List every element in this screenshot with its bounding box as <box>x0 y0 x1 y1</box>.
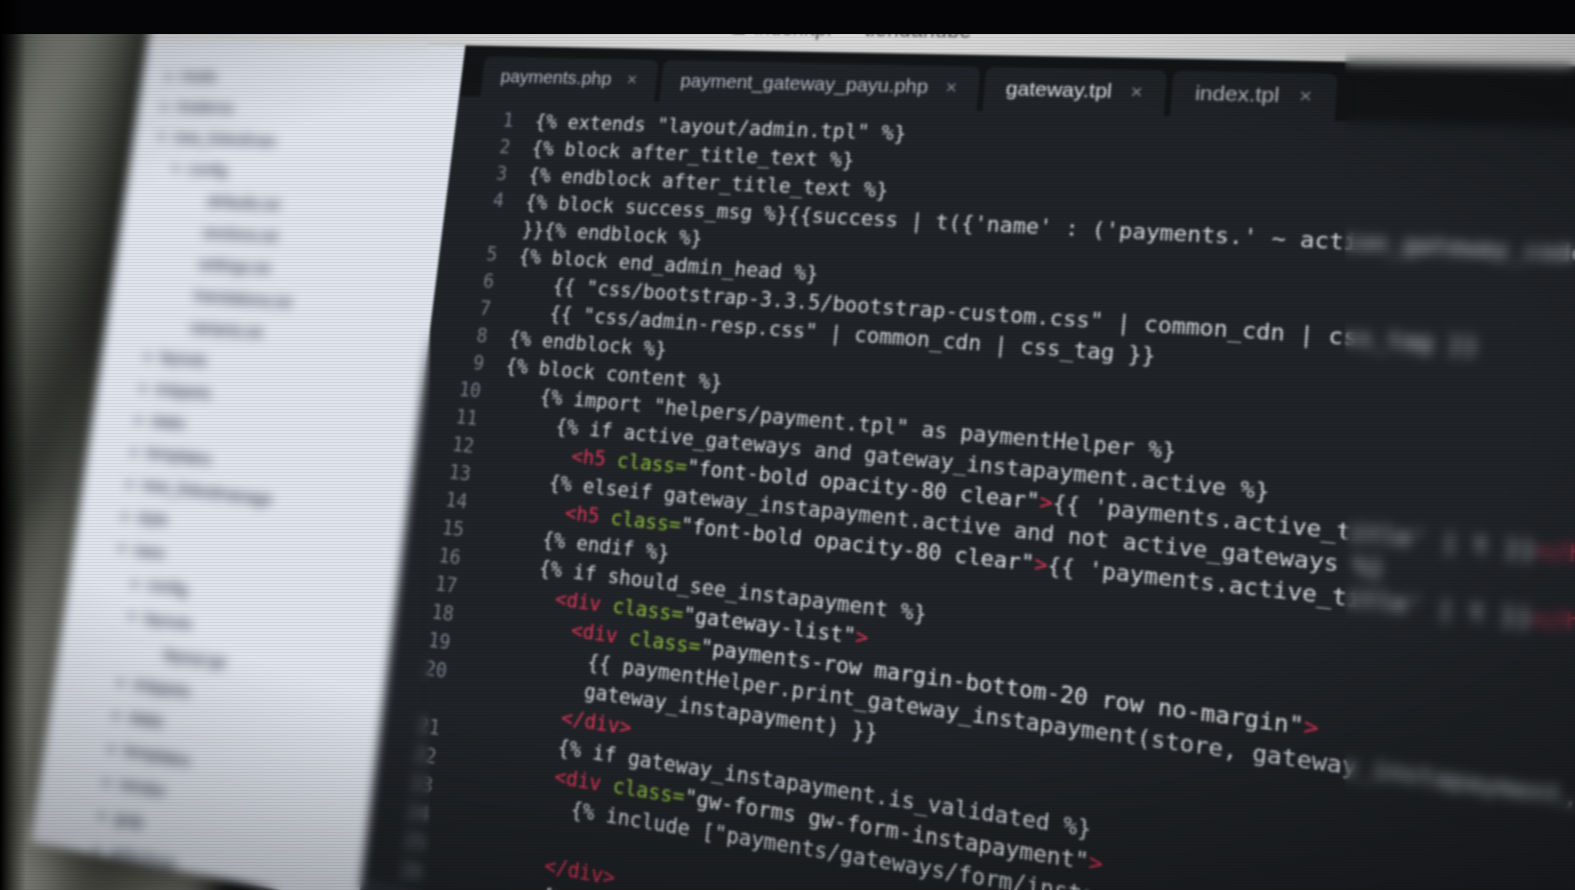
chevron-right-icon <box>89 878 97 889</box>
chevron-down-icon <box>117 544 126 553</box>
sidebar-item-label: snippets <box>154 379 213 404</box>
sidebar-item-label: style <box>136 507 170 531</box>
sidebar-item-label: selectivizr <box>108 841 179 875</box>
code-token: > <box>1302 713 1320 743</box>
editor-pane: payments.php × payment_gateway_payu.php × ga… <box>358 45 1575 890</box>
sidebar-item-label: config <box>146 575 190 601</box>
document-icon <box>732 20 747 34</box>
code-token: > <box>1087 848 1104 879</box>
sidebar-item-label: translations.txt <box>192 286 293 313</box>
editor-tab[interactable]: index.tpl × <box>1170 70 1338 122</box>
chevron-down-icon <box>171 165 180 173</box>
editor-tab-label: index.tpl <box>1194 82 1281 108</box>
close-tab-icon[interactable]: × <box>944 77 958 99</box>
sidebar-item-label: variants.txt <box>188 318 264 343</box>
sidebar-item-label: static <box>127 707 166 733</box>
code-token: <div <box>553 587 603 617</box>
sidebar-item-label: layouts <box>143 608 194 635</box>
line-number: 3 <box>494 162 509 186</box>
chevron-right-icon <box>166 72 173 81</box>
chevron-right-icon <box>131 447 139 457</box>
sidebar-item-label: gulp <box>113 807 145 834</box>
chevron-right-icon <box>122 511 130 522</box>
code-token: </h5> <box>1535 536 1575 574</box>
editor-tab-label: payment_gateway_payu.php <box>679 70 930 98</box>
line-number: 1 <box>501 109 515 133</box>
chevron-right-icon <box>108 743 116 755</box>
sidebar-item-label: templates <box>145 443 213 470</box>
code-token: <h5 <box>563 501 601 529</box>
window-title-text: index.tpl — tiendanube <box>753 15 974 42</box>
chevron-right-icon <box>103 777 112 788</box>
chevron-right-icon <box>113 710 121 721</box>
sidebar-item-label: static <box>149 411 188 434</box>
editor-tab-label: payments.php <box>499 66 613 90</box>
close-tab-icon[interactable]: × <box>1298 85 1312 109</box>
code-token: <h5 <box>570 444 608 472</box>
sidebar-item-label: defaults.txt <box>206 192 282 215</box>
code-token: </h5> <box>1531 604 1575 643</box>
line-number: 4 <box>491 189 506 213</box>
chevron-down-icon <box>157 134 166 142</box>
chevron-right-icon <box>126 479 134 489</box>
chevron-right-icon <box>144 352 152 362</box>
sidebar-item-label: vendor <box>118 774 168 803</box>
code-token: <div <box>569 618 619 649</box>
editor-tab[interactable]: payments.php × <box>480 56 659 102</box>
sidebar-item-label: moderns <box>175 97 235 118</box>
sidebar-item-label: config <box>186 160 229 181</box>
chevron-right-icon <box>99 810 107 822</box>
chevron-right-icon <box>131 579 140 589</box>
line-number: 2 <box>498 136 512 159</box>
sidebar-item-label: snippets <box>132 674 192 703</box>
sidebar-item-label: layout.tpl <box>162 644 227 674</box>
chevron-right-icon <box>118 677 126 688</box>
sidebar-item-label: sc-transitions <box>104 875 197 890</box>
chevron-right-icon <box>140 383 148 393</box>
sidebar-item-label: mods <box>179 67 218 87</box>
editor-tab-label: gateway.tpl <box>1005 77 1113 103</box>
chevron-right-icon <box>161 102 169 112</box>
laptop-screen:  Sublime Text 2 File Edit Selection Fin… <box>30 0 1575 890</box>
close-tab-icon[interactable]: × <box>1130 81 1144 104</box>
sidebar-item-label: layouts <box>158 347 209 371</box>
sidebar-item-label: settings.txt <box>197 254 272 279</box>
sidebar-item-label: new_linkedman <box>172 128 278 152</box>
sidebar-item-label: sass <box>132 540 167 564</box>
sidebar-item-label: sections.txt <box>201 223 280 247</box>
code-token: > <box>854 624 870 652</box>
sidebar-item-label: templates <box>122 740 192 772</box>
chevron-right-icon <box>135 415 143 425</box>
code-editor[interactable]: 1 {% extends "layout/admin.tpl" %} 2 {% blo… <box>358 95 1575 890</box>
code-token: <div <box>553 764 603 797</box>
chevron-down-icon <box>127 612 136 621</box>
chevron-right-icon <box>94 844 102 855</box>
close-tab-icon[interactable]: × <box>626 70 638 91</box>
